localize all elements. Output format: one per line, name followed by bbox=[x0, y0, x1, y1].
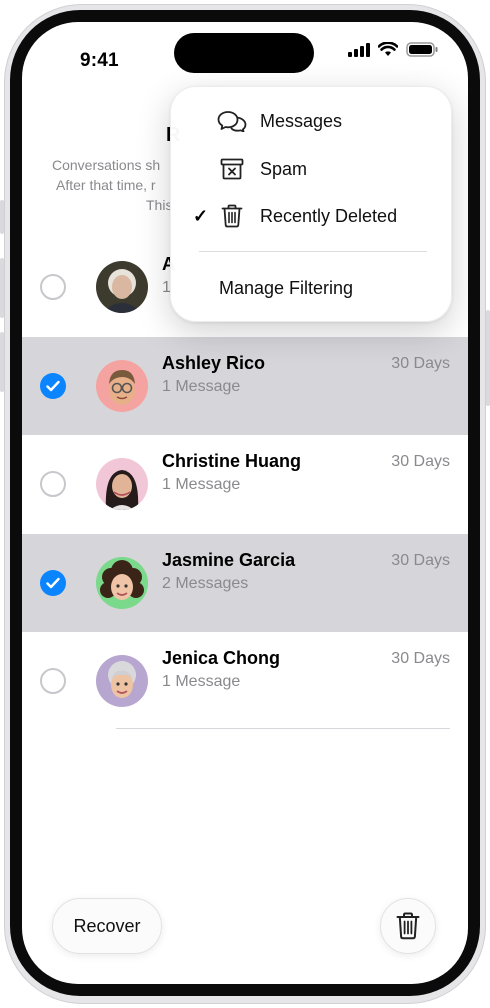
avatar bbox=[96, 458, 148, 510]
trash-icon bbox=[217, 203, 247, 229]
message-count: 2 Messages bbox=[162, 574, 249, 592]
contact-name: Christine Huang bbox=[162, 451, 302, 471]
days-remaining: 30 Days bbox=[391, 551, 450, 569]
list-divider bbox=[116, 728, 450, 729]
trash-icon bbox=[396, 912, 420, 940]
menu-separator bbox=[199, 251, 427, 252]
battery-icon bbox=[406, 42, 438, 57]
manage-filtering-item[interactable]: Manage Filtering bbox=[219, 278, 353, 299]
contact-name: Ashley Rico bbox=[162, 352, 266, 373]
avatar bbox=[96, 359, 148, 412]
avatar bbox=[96, 655, 148, 707]
message-count: 1 Message bbox=[162, 377, 241, 395]
volume-up-button bbox=[0, 258, 4, 318]
conversation-row[interactable]: Ashley Rico 1 Message 30 Days bbox=[22, 336, 468, 435]
days-remaining: 30 Days bbox=[391, 354, 450, 372]
menu-item-label: Spam bbox=[260, 158, 308, 179]
message-count: 1 Message bbox=[162, 673, 241, 690]
conversation-row[interactable]: Christine Huang 1 Message 30 Days bbox=[22, 435, 468, 534]
status-icons bbox=[348, 42, 438, 57]
select-radio[interactable] bbox=[40, 668, 66, 694]
menu-item-label: Messages bbox=[260, 110, 343, 131]
select-radio[interactable] bbox=[40, 274, 66, 300]
volume-down-button bbox=[0, 332, 4, 392]
screen: 9:41 R Conversations sh After that time,… bbox=[22, 22, 468, 984]
menu-item-messages[interactable]: Messages bbox=[171, 98, 453, 144]
menu-item-recently-deleted[interactable]: ✓ Recently Deleted bbox=[171, 193, 453, 239]
menu-item-label: Recently Deleted bbox=[260, 205, 398, 226]
avatar bbox=[96, 261, 148, 313]
status-time: 9:41 bbox=[80, 50, 119, 71]
dynamic-island bbox=[174, 33, 314, 73]
delete-button[interactable] bbox=[380, 898, 436, 954]
side-button bbox=[486, 310, 490, 406]
select-radio-checked[interactable] bbox=[40, 372, 66, 399]
speech-bubbles-icon bbox=[217, 108, 247, 134]
select-radio-checked[interactable] bbox=[40, 569, 66, 596]
checkmark-icon: ✓ bbox=[193, 205, 209, 226]
conversation-row[interactable]: Jasmine Garcia 2 Messages 30 Days bbox=[22, 533, 468, 632]
wifi-icon bbox=[378, 42, 398, 56]
menu-item-spam[interactable]: Spam bbox=[171, 146, 453, 192]
days-remaining: 30 Days bbox=[391, 650, 450, 667]
cellular-signal-icon bbox=[348, 42, 370, 57]
filter-menu: Messages Spam ✓ Recently Deleted Manage … bbox=[170, 86, 452, 322]
recover-button[interactable]: Recover bbox=[52, 898, 162, 954]
contact-name: Jenica Chong bbox=[162, 648, 281, 668]
select-radio[interactable] bbox=[40, 471, 66, 497]
checkmark-icon bbox=[46, 577, 60, 588]
days-remaining: 30 Days bbox=[391, 453, 450, 470]
contact-name: Jasmine Garcia bbox=[162, 549, 296, 570]
message-count: 1 Message bbox=[162, 476, 241, 493]
avatar bbox=[96, 556, 148, 609]
spam-box-icon bbox=[217, 156, 247, 182]
action-button bbox=[0, 200, 4, 234]
conversation-row[interactable]: Jenica Chong 1 Message 30 Days bbox=[22, 632, 468, 731]
checkmark-icon bbox=[46, 380, 60, 391]
